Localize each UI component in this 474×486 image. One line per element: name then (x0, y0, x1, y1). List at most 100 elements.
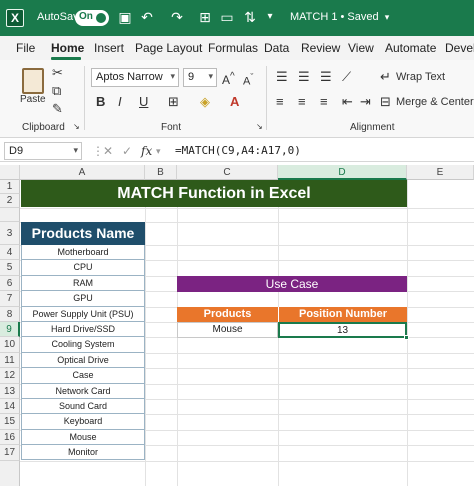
product-cell[interactable]: RAM (21, 275, 145, 292)
title-chevron-down-icon[interactable]: ▾ (379, 9, 395, 25)
product-cell[interactable]: Cooling System (21, 337, 145, 353)
save-icon[interactable]: ▣ (117, 9, 133, 25)
row-header-2[interactable]: 2 (0, 194, 20, 208)
column-header-b[interactable]: B (145, 165, 177, 180)
customize-dropdown-icon[interactable]: ▾ (262, 9, 278, 25)
tab-review[interactable]: Review (301, 41, 340, 55)
tab-formulas[interactable]: Formulas (208, 41, 258, 55)
undo-icon[interactable]: ↶ (139, 9, 155, 25)
product-cell[interactable]: GPU (21, 291, 145, 307)
product-cell[interactable]: Mouse (21, 429, 145, 446)
row-header-9[interactable]: 9 (0, 322, 20, 338)
underline-icon[interactable]: U (139, 93, 148, 111)
worksheet-grid[interactable]: A B C D E 1 2 3 4 5 6 7 8 9 10 11 12 13 … (0, 165, 474, 486)
align-left-icon[interactable]: ≡ (276, 93, 284, 111)
format-painter-icon[interactable]: ✎ (52, 100, 63, 118)
font-name-select[interactable]: Aptos Narrow ▾ (91, 68, 179, 87)
decrease-indent-icon[interactable]: ⇤ (342, 93, 353, 111)
product-cell[interactable]: Motherboard (21, 245, 145, 261)
product-cell[interactable]: Hard Drive/SSD (21, 321, 145, 338)
image-icon[interactable]: ▭ (219, 9, 235, 25)
align-center-icon[interactable]: ≡ (298, 93, 306, 111)
font-launcher-icon[interactable]: ↘ (256, 118, 263, 136)
merge-center-icon[interactable]: ⊟ (380, 93, 391, 111)
row-header-1[interactable]: 1 (0, 180, 20, 194)
product-cell[interactable]: CPU (21, 260, 145, 276)
column-header-a[interactable]: A (20, 165, 145, 180)
row-header-17[interactable]: 17 (0, 445, 20, 461)
borders-icon[interactable]: ⊞ (168, 93, 179, 111)
tab-automate[interactable]: Automate (385, 41, 436, 55)
document-title[interactable]: MATCH 1 • Saved (290, 11, 379, 23)
product-cell[interactable]: Power Supply Unit (PSU) (21, 306, 145, 322)
product-cell[interactable]: Case (21, 368, 145, 384)
sort-icon[interactable]: ⇅ (242, 9, 258, 25)
wrap-text-button[interactable]: Wrap Text (396, 68, 445, 86)
row-header-16[interactable]: 16 (0, 429, 20, 446)
row-header-13[interactable]: 13 (0, 383, 20, 399)
cut-icon[interactable]: ✂ (52, 64, 63, 82)
align-bottom-icon[interactable]: ☰ (320, 68, 332, 86)
orientation-icon[interactable]: ⟋ (342, 68, 351, 86)
shrink-font-icon[interactable]: Aˇ (243, 68, 253, 91)
lookup-product-cell[interactable]: Mouse (177, 322, 278, 338)
tab-home[interactable]: Home (51, 41, 84, 55)
align-middle-icon[interactable]: ☰ (298, 68, 310, 86)
align-top-icon[interactable]: ☰ (276, 68, 288, 86)
cancel-icon[interactable]: ✕ (103, 142, 113, 160)
redo-icon[interactable]: ↷ (169, 9, 185, 25)
row-header-11[interactable]: 11 (0, 352, 20, 369)
row-header-8[interactable]: 8 (0, 306, 20, 322)
row-header-5[interactable]: 5 (0, 260, 20, 276)
insert-function-button[interactable]: fx (141, 142, 152, 160)
row-header-15[interactable]: 15 (0, 414, 20, 430)
row-header-3[interactable]: 3 (0, 222, 20, 245)
lookup-header-products[interactable]: Products (177, 307, 278, 322)
align-right-icon[interactable]: ≡ (320, 93, 328, 111)
row-header-7[interactable]: 7 (0, 291, 20, 307)
tab-file[interactable]: File (16, 41, 35, 55)
clipboard-launcher-icon[interactable]: ↘ (73, 118, 80, 136)
use-case-header-cell[interactable]: Use Case (177, 276, 407, 292)
fill-handle[interactable] (404, 335, 409, 340)
lookup-header-position[interactable]: Position Number (278, 307, 407, 322)
column-header-e[interactable]: E (407, 165, 474, 180)
merge-center-button[interactable]: Merge & Center (396, 93, 474, 111)
column-header-d[interactable]: D (278, 165, 407, 180)
tab-view[interactable]: View (348, 41, 374, 55)
row-header-12[interactable]: 12 (0, 368, 20, 384)
bold-icon[interactable]: B (96, 93, 105, 111)
wrap-text-icon[interactable]: ↵ (380, 68, 391, 86)
font-size-select[interactable]: 9 ▾ (183, 68, 217, 87)
row-header-6[interactable]: 6 (0, 275, 20, 292)
increase-indent-icon[interactable]: ⇥ (360, 93, 371, 111)
tab-data[interactable]: Data (264, 41, 289, 55)
sheet-title-cell[interactable]: MATCH Function in Excel (21, 180, 407, 207)
copy-icon[interactable]: ⧉ (52, 82, 61, 100)
fill-color-icon[interactable]: ◈ (200, 93, 210, 111)
italic-icon[interactable]: I (118, 93, 122, 111)
product-cell[interactable]: Keyboard (21, 414, 145, 430)
column-header-c[interactable]: C (177, 165, 278, 180)
product-cell[interactable]: Optical Drive (21, 352, 145, 369)
name-box[interactable]: D9 ▾ (4, 142, 82, 160)
grow-font-icon[interactable]: A^ (222, 68, 235, 89)
product-cell[interactable]: Network Card (21, 383, 145, 399)
tab-page-layout[interactable]: Page Layout (135, 41, 202, 55)
product-cell[interactable]: Monitor (21, 445, 145, 461)
product-cell[interactable]: Sound Card (21, 398, 145, 415)
font-color-icon[interactable]: A (230, 93, 239, 111)
row-header-10[interactable]: 10 (0, 337, 20, 353)
select-all-corner[interactable] (0, 165, 20, 180)
row-header-14[interactable]: 14 (0, 399, 20, 415)
table-icon[interactable]: ⊞ (197, 9, 213, 25)
paste-icon[interactable] (22, 68, 44, 94)
tab-developer[interactable]: Devel (445, 41, 474, 55)
products-header-cell[interactable]: Products Name (21, 222, 145, 245)
autosave-toggle[interactable]: On (75, 10, 109, 26)
formula-input[interactable]: =MATCH(C9,A4:A17,0) (175, 144, 301, 157)
paste-button[interactable]: Paste (20, 94, 46, 105)
tab-insert[interactable]: Insert (94, 41, 124, 55)
row-header-4[interactable]: 4 (0, 245, 20, 261)
lookup-result-cell[interactable]: 13 (278, 322, 407, 338)
